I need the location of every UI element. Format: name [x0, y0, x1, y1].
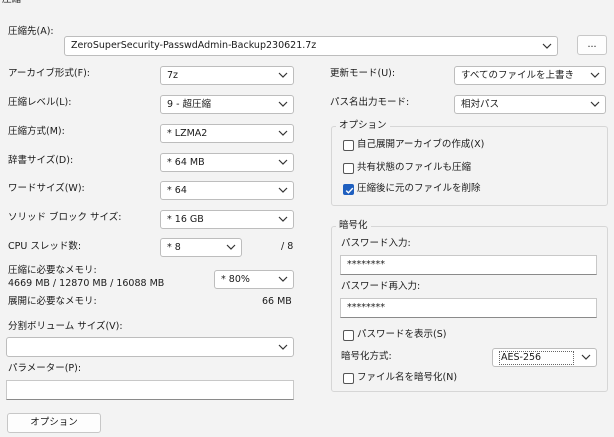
threads-max: / 8 [281, 241, 294, 252]
chevron-down-icon [278, 276, 288, 282]
params-input[interactable] [6, 380, 294, 400]
options-group-title: オプション [336, 120, 390, 132]
encryption-method-label: 暗号化方式: [341, 351, 392, 362]
path-mode-label: パス名出力モード: [330, 97, 410, 108]
format-select[interactable]: 7z [160, 66, 294, 85]
encryption-method-select[interactable]: AES-256 [492, 348, 597, 367]
chevron-down-icon [226, 244, 236, 250]
password-confirm-label: パスワード再入力: [341, 281, 421, 292]
show-password-label[interactable]: パスワードを表示(S) [357, 329, 446, 341]
mem-compress-label: 圧縮に必要なメモリ: [8, 265, 97, 276]
encrypt-names-checkbox[interactable] [343, 373, 354, 384]
method-select[interactable]: * LZMA2 [160, 124, 294, 143]
shared-checkbox[interactable] [343, 163, 354, 174]
format-label: アーカイブ形式(F): [8, 68, 91, 79]
checkmark-icon [345, 187, 354, 194]
chevron-down-icon [278, 344, 288, 350]
dict-label: 辞書サイズ(D): [8, 155, 74, 166]
level-select[interactable]: 9 - 超圧縮 [160, 95, 294, 114]
mem-decompress-value: 66 MB [262, 296, 292, 307]
method-value: * LZMA2 [167, 128, 208, 139]
split-label: 分割ボリューム サイズ(V): [8, 321, 123, 332]
chevron-down-icon [278, 187, 288, 193]
format-value: 7z [167, 70, 179, 81]
options-button[interactable]: オプション [7, 413, 101, 433]
word-label: ワードサイズ(W): [8, 183, 85, 194]
browse-button[interactable]: ... [577, 35, 607, 55]
word-value: * 64 [167, 185, 187, 196]
level-label: 圧縮レベル(L): [8, 97, 72, 108]
archive-path-combo[interactable]: ZeroSuperSecurity-PasswdAdmin-Backup2306… [64, 36, 558, 56]
mem-compress-detail: 4669 MB / 12870 MB / 16088 MB [8, 278, 165, 289]
chevron-down-icon [581, 354, 591, 360]
sfx-label[interactable]: 自己展開アーカイブの作成(X) [357, 139, 484, 151]
delete-after-label[interactable]: 圧縮後に元のファイルを削除 [357, 183, 481, 195]
window-title: 圧縮 [2, 0, 21, 6]
delete-after-checkbox[interactable] [343, 184, 354, 195]
chevron-down-icon [278, 159, 288, 165]
password-label: パスワード入力: [341, 238, 411, 249]
path-mode-value: 相対パス [461, 99, 500, 110]
chevron-down-icon [278, 72, 288, 78]
chevron-down-icon [278, 216, 288, 222]
password-input[interactable]: ******** [340, 255, 597, 275]
solid-label: ソリッド ブロック サイズ: [8, 212, 122, 223]
shared-label[interactable]: 共有状態のファイルも圧縮 [357, 162, 471, 174]
dict-select[interactable]: * 64 MB [160, 153, 294, 172]
encrypt-names-label[interactable]: ファイル名を暗号化(N) [357, 372, 457, 384]
params-label: パラメーター(P): [8, 363, 82, 374]
solid-value: * 16 GB [167, 214, 204, 225]
dict-value: * 64 MB [167, 157, 205, 168]
level-value: 9 - 超圧縮 [167, 99, 212, 110]
archive-path-value: ZeroSuperSecurity-PasswdAdmin-Backup2306… [71, 40, 317, 51]
word-select[interactable]: * 64 [160, 181, 294, 200]
solid-select[interactable]: * 16 GB [160, 210, 294, 229]
show-password-checkbox[interactable] [343, 330, 354, 341]
archive-label: 圧縮先(A): [8, 26, 54, 37]
chevron-down-icon [278, 130, 288, 136]
path-mode-select[interactable]: 相対パス [454, 95, 606, 114]
threads-label: CPU スレッド数: [8, 241, 82, 252]
mem-decompress-label: 展開に必要なメモリ: [8, 296, 97, 307]
sfx-checkbox[interactable] [343, 140, 354, 151]
split-volume-combo[interactable] [6, 337, 294, 357]
chevron-down-icon [278, 101, 288, 107]
chevron-down-icon [590, 101, 600, 107]
update-mode-value: すべてのファイルを上書き [461, 70, 574, 81]
encryption-method-value: AES-256 [499, 351, 574, 365]
threads-select[interactable]: * 8 [160, 238, 242, 257]
update-mode-label: 更新モード(U): [330, 68, 396, 79]
chevron-down-icon [542, 43, 552, 49]
threads-value: * 8 [167, 242, 181, 253]
mem-usage-select[interactable]: * 80% [214, 270, 294, 289]
mem-usage-value: * 80% [221, 274, 250, 285]
update-mode-select[interactable]: すべてのファイルを上書き [454, 66, 606, 85]
method-label: 圧縮方式(M): [8, 126, 65, 137]
encryption-group-title: 暗号化 [336, 220, 371, 232]
password-confirm-input[interactable]: ******** [340, 298, 597, 318]
chevron-down-icon [590, 72, 600, 78]
